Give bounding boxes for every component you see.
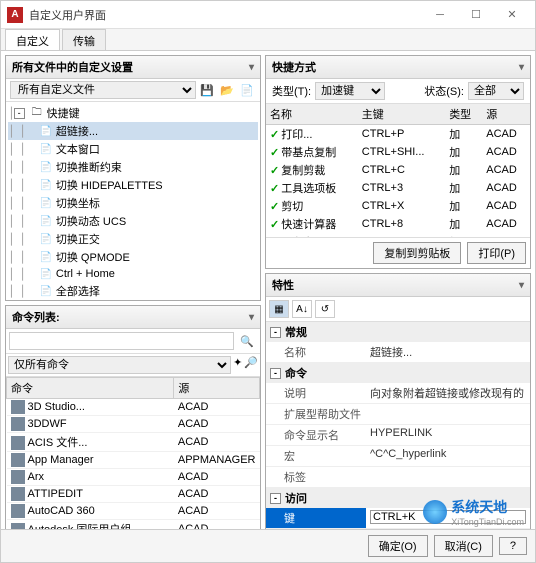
tree-node[interactable]: │ │ 📄超链接... bbox=[8, 122, 258, 140]
customizations-tree[interactable]: │ -🗀快捷键│ │ 📄超链接...│ │ 📄文本窗口│ │ 📄切换推断约束│ … bbox=[6, 102, 260, 300]
shortcut-row[interactable]: ✓复制剪裁CTRL+C加ACAD bbox=[266, 161, 530, 179]
col-type[interactable]: 类型 bbox=[445, 104, 482, 125]
tab-transfer[interactable]: 传输 bbox=[62, 29, 106, 50]
command-row[interactable]: 3DDWFACAD bbox=[7, 416, 260, 433]
state-label: 状态(S): bbox=[424, 83, 464, 99]
save-icon[interactable]: 💾 bbox=[198, 81, 216, 99]
cui-file-select[interactable]: 所有自定义文件 bbox=[10, 81, 196, 99]
open-folder-icon[interactable]: 📂 bbox=[218, 81, 236, 99]
property-row[interactable]: 扩展型帮助文件 bbox=[266, 404, 530, 425]
cancel-button[interactable]: 取消(C) bbox=[434, 535, 493, 557]
shortcuts-table[interactable]: 名称 主键 类型 源 ✓打印...CTRL+P加ACAD✓带基点复制CTRL+S… bbox=[266, 104, 530, 237]
shortcut-row[interactable]: ✓打印...CTRL+P加ACAD bbox=[266, 125, 530, 144]
col-command[interactable]: 命令 bbox=[7, 378, 174, 399]
col-src[interactable]: 源 bbox=[482, 104, 530, 125]
property-value-input[interactable] bbox=[370, 510, 526, 524]
tree-node[interactable]: │ │ 📄切换坐标 bbox=[8, 194, 258, 212]
customizations-title: 所有文件中的自定义设置 bbox=[12, 59, 133, 75]
property-category[interactable]: -访问 bbox=[266, 488, 530, 508]
type-select[interactable]: 加速键 bbox=[315, 82, 385, 100]
tree-node[interactable]: │ │ 📄文本窗口 bbox=[8, 140, 258, 158]
command-row[interactable]: Autodesk 国际用户组ACAD bbox=[7, 520, 260, 529]
type-label: 类型(T): bbox=[272, 83, 311, 99]
state-select[interactable]: 全部 bbox=[468, 82, 524, 100]
minimize-button[interactable]: ─ bbox=[423, 4, 457, 26]
command-filter-select[interactable]: 仅所有命令 bbox=[8, 356, 231, 374]
command-list-title: 命令列表: bbox=[12, 309, 60, 325]
shortcuts-title: 快捷方式 bbox=[272, 59, 316, 75]
find-command-icon[interactable]: 🔎 bbox=[244, 356, 258, 374]
reset-icon[interactable]: ↺ bbox=[315, 300, 335, 318]
property-category[interactable]: -命令 bbox=[266, 363, 530, 383]
properties-panel: 特性 ▾ ▦ A↓ ↺ -常规名称超链接...-命令说明向对象附着超链接或修改现… bbox=[265, 273, 531, 529]
tab-customize[interactable]: 自定义 bbox=[5, 29, 60, 50]
load-icon[interactable]: 📄 bbox=[238, 81, 256, 99]
properties-grid[interactable]: -常规名称超链接...-命令说明向对象附着超链接或修改现有的扩展型帮助文件命令显… bbox=[266, 322, 530, 529]
ok-button[interactable]: 确定(O) bbox=[368, 535, 428, 557]
main-tabs: 自定义 传输 bbox=[1, 29, 535, 51]
shortcut-row[interactable]: ✓工具选项板CTRL+3加ACAD bbox=[266, 179, 530, 197]
property-row[interactable]: 键 bbox=[266, 508, 530, 529]
command-row[interactable]: ArxACAD bbox=[7, 469, 260, 486]
cui-window: A 自定义用户界面 ─ ☐ ✕ 自定义 传输 所有文件中的自定义设置 ▾ 所有自… bbox=[0, 0, 536, 563]
command-row[interactable]: ACIS 文件...ACAD bbox=[7, 433, 260, 452]
print-button[interactable]: 打印(P) bbox=[467, 242, 526, 264]
copy-clipboard-button[interactable]: 复制到剪贴板 bbox=[373, 242, 461, 264]
command-row[interactable]: ATTIPEDITACAD bbox=[7, 486, 260, 503]
search-icon[interactable]: 🔍 bbox=[237, 332, 257, 350]
window-title: 自定义用户界面 bbox=[29, 7, 423, 23]
command-row[interactable]: AutoCAD 360ACAD bbox=[7, 503, 260, 520]
new-command-icon[interactable]: ✦ bbox=[233, 356, 242, 374]
command-list-panel: 命令列表: ▾ 🔍 仅所有命令 ✦ 🔎 命令 源 bbox=[5, 305, 261, 529]
tree-node[interactable]: │ │ 📄切换 QPMODE bbox=[8, 248, 258, 266]
command-search-input[interactable] bbox=[9, 332, 234, 350]
categorized-icon[interactable]: ▦ bbox=[269, 300, 289, 318]
col-source[interactable]: 源 bbox=[174, 378, 260, 399]
help-button[interactable]: ? bbox=[499, 537, 527, 555]
dialog-footer: 确定(O) 取消(C) ? bbox=[1, 529, 535, 562]
shortcut-row[interactable]: ✓带基点复制CTRL+SHI...加ACAD bbox=[266, 143, 530, 161]
property-row[interactable]: 说明向对象附着超链接或修改现有的 bbox=[266, 383, 530, 404]
property-row[interactable]: 标签 bbox=[266, 467, 530, 488]
tree-node[interactable]: │ │ 📄切换 HIDEPALETTES bbox=[8, 176, 258, 194]
collapse-icon[interactable]: ▾ bbox=[249, 312, 254, 323]
property-row[interactable]: 命令显示名HYPERLINK bbox=[266, 425, 530, 446]
tree-node[interactable]: │ │ 📄Ctrl + Home bbox=[8, 266, 258, 282]
tree-node[interactable]: │ │ 📄切换推断约束 bbox=[8, 158, 258, 176]
close-button[interactable]: ✕ bbox=[495, 4, 529, 26]
alphabetical-icon[interactable]: A↓ bbox=[292, 300, 312, 318]
shortcut-row[interactable]: ✓剪切CTRL+X加ACAD bbox=[266, 197, 530, 215]
command-table[interactable]: 命令 源 3D Studio...ACAD3DDWFACADACIS 文件...… bbox=[6, 377, 260, 529]
col-key[interactable]: 主键 bbox=[358, 104, 445, 125]
customizations-panel: 所有文件中的自定义设置 ▾ 所有自定义文件 💾 📂 📄 │ -🗀快捷键│ │ 📄… bbox=[5, 55, 261, 301]
tree-node[interactable]: │ │ 📄全部选择 bbox=[8, 282, 258, 300]
titlebar: A 自定义用户界面 ─ ☐ ✕ bbox=[1, 1, 535, 29]
tree-node[interactable]: │ │ 📄切换动态 UCS bbox=[8, 212, 258, 230]
properties-title: 特性 bbox=[272, 277, 294, 293]
shortcut-row[interactable]: ✓快速计算器CTRL+8加ACAD bbox=[266, 215, 530, 233]
command-row[interactable]: App ManagerAPPMANAGER bbox=[7, 452, 260, 469]
tree-node[interactable]: │ │ 📄切换正交 bbox=[8, 230, 258, 248]
collapse-icon[interactable]: ▾ bbox=[519, 62, 524, 73]
collapse-icon[interactable]: ▾ bbox=[249, 62, 254, 73]
app-icon: A bbox=[7, 7, 23, 23]
col-name[interactable]: 名称 bbox=[266, 104, 358, 125]
collapse-icon[interactable]: ▾ bbox=[519, 280, 524, 291]
property-row[interactable]: 名称超链接... bbox=[266, 342, 530, 363]
property-category[interactable]: -常规 bbox=[266, 322, 530, 342]
shortcuts-panel: 快捷方式 ▾ 类型(T): 加速键 状态(S): 全部 名称 主键 类型 bbox=[265, 55, 531, 269]
command-row[interactable]: 3D Studio...ACAD bbox=[7, 399, 260, 416]
tree-node[interactable]: │ -🗀快捷键 bbox=[8, 104, 258, 122]
maximize-button[interactable]: ☐ bbox=[459, 4, 493, 26]
property-row[interactable]: 宏^C^C_hyperlink bbox=[266, 446, 530, 467]
